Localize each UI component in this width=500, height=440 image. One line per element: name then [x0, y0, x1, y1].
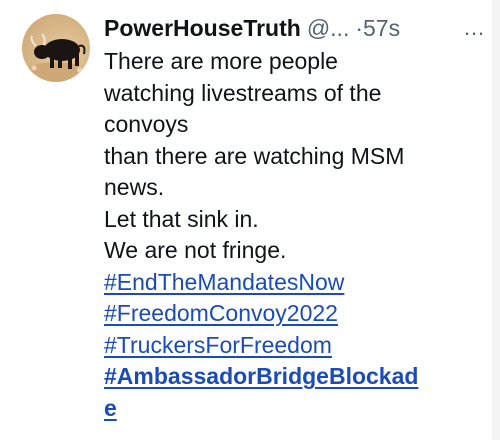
tweet: PowerHouseTruth @... ·57s … There are mo…: [0, 0, 500, 440]
avatar[interactable]: [22, 14, 90, 82]
tweet-text-line: We are not fringe.: [104, 237, 287, 263]
timestamp[interactable]: ·57s: [355, 15, 400, 42]
tweet-text: There are more people watching livestrea…: [104, 46, 476, 424]
tweet-text-line: There are more people: [104, 48, 338, 74]
tweet-text-line: Let that sink in.: [104, 205, 259, 232]
tweet-text-line: watching livestreams of the: [104, 79, 382, 106]
more-options-icon[interactable]: …: [457, 15, 492, 41]
tweet-text-line: convoys: [104, 111, 189, 137]
bull-avatar-icon: [26, 33, 86, 82]
hashtag-link[interactable]: #EndTheMandatesNow: [104, 267, 476, 299]
hashtag-link-ambassador-wrap[interactable]: e: [104, 393, 476, 425]
hashtag-link[interactable]: #TruckersForFreedom: [104, 330, 476, 362]
tweet-text-line: than there are watching MSM: [104, 142, 405, 169]
scrollbar[interactable]: [492, 0, 500, 440]
author-name[interactable]: PowerHouseTruth: [104, 15, 301, 42]
hashtag-link-ambassador[interactable]: #AmbassadorBridgeBlockad: [104, 361, 476, 393]
author-handle[interactable]: @...: [307, 15, 350, 42]
tweet-text-line: news.: [104, 174, 165, 200]
tweet-header: PowerHouseTruth @... ·57s …: [104, 10, 492, 46]
hashtag-link[interactable]: #FreedomConvoy2022: [104, 298, 476, 330]
